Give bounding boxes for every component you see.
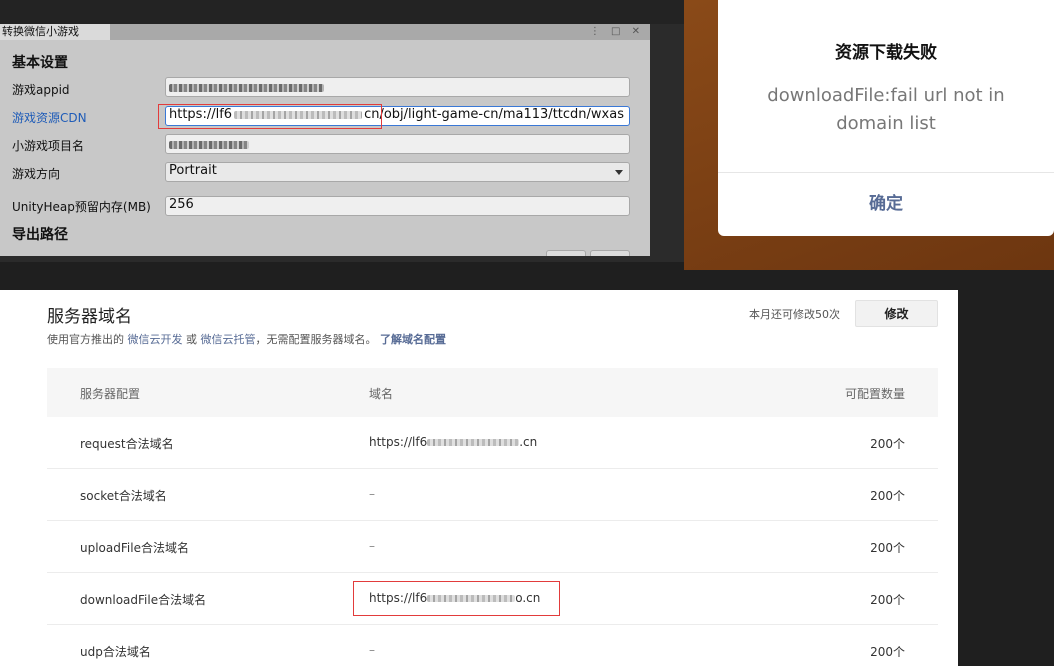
section-basic-title: 基本设置: [12, 55, 68, 71]
row-domain: –: [369, 539, 375, 553]
link-cloud-dev[interactable]: 微信云开发: [128, 333, 183, 346]
row-domain: –: [369, 643, 375, 657]
editor-right-gutter: [650, 24, 684, 262]
section-export-title: 导出路径: [12, 227, 68, 243]
appid-label: 游戏appid: [12, 83, 70, 97]
modify-button[interactable]: 修改: [855, 300, 938, 327]
dialog-title: 资源下载失败: [835, 43, 937, 63]
header-domain: 域名: [369, 387, 394, 401]
chevron-down-icon: [615, 170, 623, 175]
editor-tab-bar: ⋮ □ ✕: [110, 24, 650, 40]
domain-redacted: [427, 439, 520, 446]
row-name: uploadFile合法域名: [80, 541, 189, 555]
orientation-label: 游戏方向: [12, 167, 61, 181]
dialog-ok-button[interactable]: 确定: [718, 172, 1054, 236]
domain-suffix: .cn: [519, 435, 538, 449]
domain-panel-description: 使用官方推出的 微信云开发 或 微信云托管，无需配置服务器域名。 了解域名配置: [47, 331, 446, 347]
row-name: udp合法域名: [80, 645, 151, 659]
row-name: downloadFile合法域名: [80, 593, 207, 607]
orientation-value: Portrait: [169, 163, 217, 178]
project-name-field[interactable]: [165, 134, 630, 154]
row-domain: –: [369, 487, 375, 501]
header-config: 服务器配置: [80, 387, 141, 401]
editor-bottom-gutter: [0, 256, 684, 262]
heap-field[interactable]: 256: [165, 196, 630, 216]
table-row: request合法域名 https://lf6 .cn 200个: [47, 417, 938, 469]
window-controls-icon[interactable]: ⋮ □ ✕: [590, 24, 644, 40]
cdn-value-suffix: cn/obj/light-game-cn/ma113/ttcdn/wxas: [364, 107, 624, 122]
heap-label: UnityHeap预留内存(MB): [12, 200, 151, 214]
orientation-select[interactable]: Portrait: [165, 162, 630, 182]
download-domain-highlight-box: [353, 581, 560, 616]
cdn-label: 游戏资源CDN: [12, 111, 87, 125]
editor-tab-title[interactable]: 转换微信小游戏: [0, 24, 110, 40]
desc-or: 或: [186, 333, 197, 346]
desc-prefix: 使用官方推出的: [47, 333, 124, 346]
appid-field[interactable]: [165, 77, 630, 97]
table-row: udp合法域名 – 200个: [47, 625, 938, 666]
header-count: 可配置数量: [844, 387, 905, 401]
row-count: 200个: [870, 541, 905, 555]
row-count: 200个: [870, 437, 905, 451]
domain-prefix: https://lf6: [369, 435, 428, 449]
row-count: 200个: [870, 645, 905, 659]
cdn-highlight-box: [158, 104, 382, 129]
table-row: uploadFile合法域名 – 200个: [47, 521, 938, 573]
domain-panel-title: 服务器域名: [47, 307, 132, 327]
table-row: socket合法域名 – 200个: [47, 469, 938, 521]
error-dialog: 资源下载失败 downloadFile:fail url not in doma…: [718, 0, 1054, 236]
row-name: request合法域名: [80, 437, 174, 451]
row-count: 200个: [870, 593, 905, 607]
dialog-message: downloadFile:fail url not in domain list: [767, 85, 1005, 134]
link-cloud-host[interactable]: 微信云托管: [201, 333, 256, 346]
project-name-label: 小游戏项目名: [12, 139, 85, 153]
row-domain: https://lf6 .cn: [369, 435, 537, 449]
appid-redacted-value: [169, 83, 324, 92]
editor-content: 基本设置 游戏appid 游戏资源CDN https://lf6 cn/obj/l…: [0, 40, 650, 262]
desc-suffix: ，无需配置服务器域名。: [255, 333, 377, 346]
link-learn-domain-config[interactable]: 了解域名配置: [380, 333, 446, 346]
unity-editor-panel: 转换微信小游戏 ⋮ □ ✕ 基本设置 游戏appid 游戏资源CDN https…: [0, 0, 684, 262]
domain-table-header: 服务器配置 域名 可配置数量: [47, 368, 938, 417]
remaining-modifications: 本月还可修改50次: [749, 308, 840, 321]
project-redacted-value: [169, 140, 249, 149]
server-domain-panel: 服务器域名 使用官方推出的 微信云开发 或 微信云托管，无需配置服务器域名。 了…: [0, 290, 958, 666]
row-name: socket合法域名: [80, 489, 167, 503]
row-count: 200个: [870, 489, 905, 503]
editor-top-strip: [0, 0, 684, 24]
